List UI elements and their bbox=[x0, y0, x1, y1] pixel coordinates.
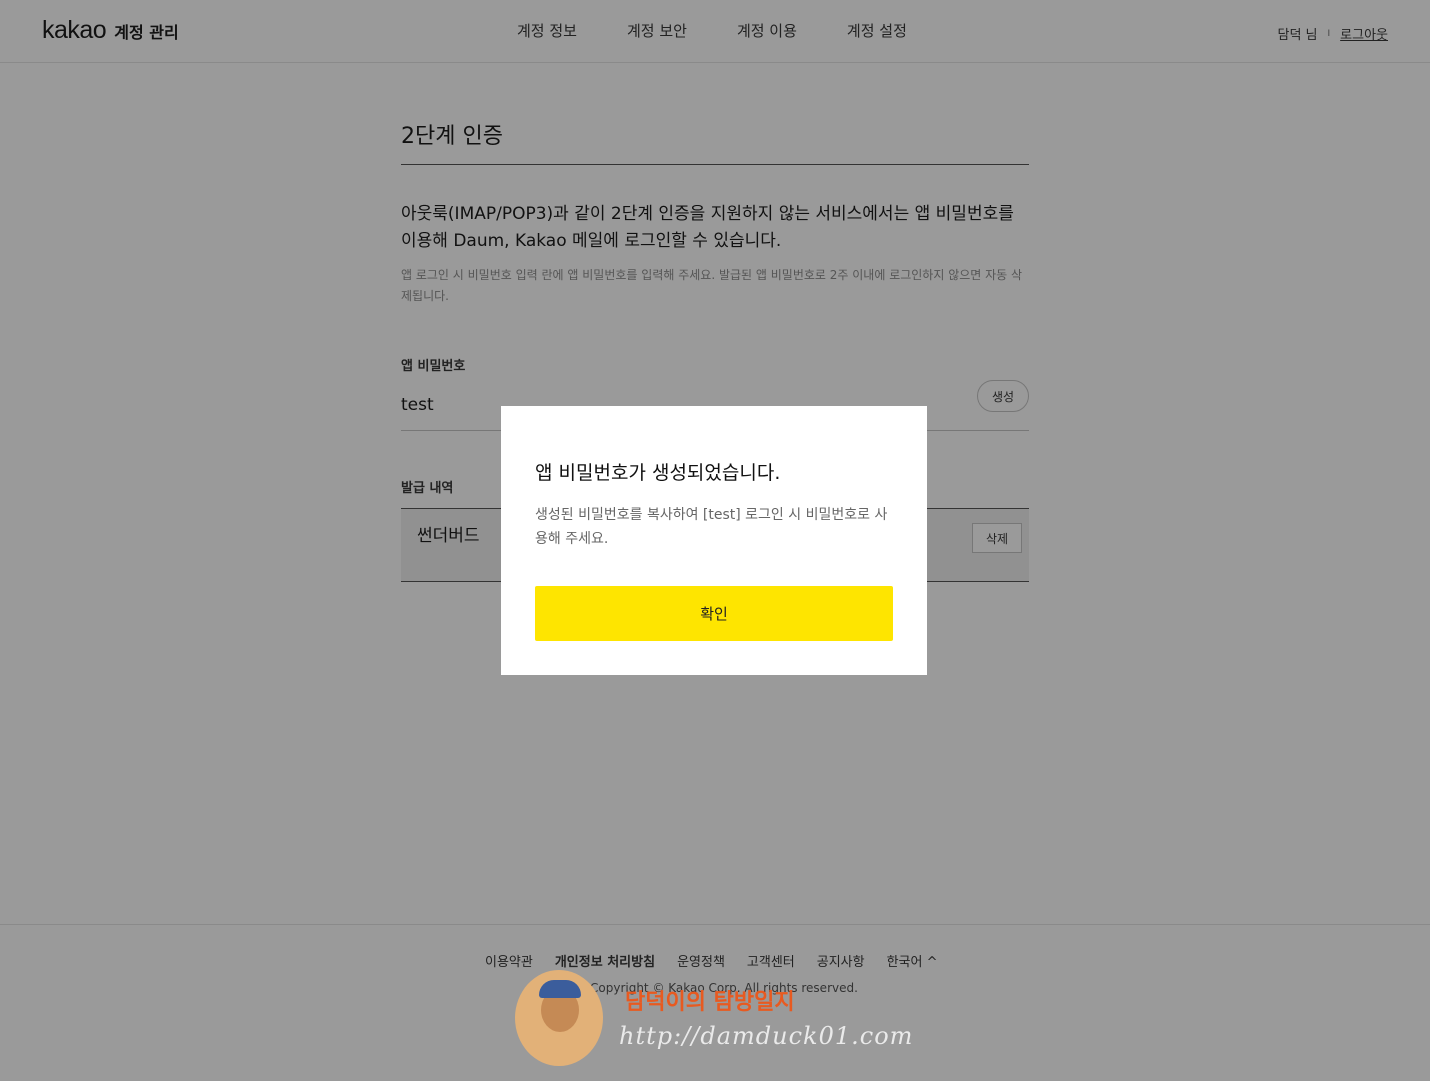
history-item-name: 썬더버드 bbox=[417, 526, 480, 546]
nav-account-settings[interactable]: 계정 설정 bbox=[847, 20, 907, 41]
main-nav: 계정 정보 계정 보안 계정 이용 계정 설정 bbox=[517, 20, 907, 41]
footer-link-terms[interactable]: 이용약관 bbox=[485, 951, 533, 970]
nav-account-security[interactable]: 계정 보안 bbox=[627, 20, 687, 41]
description: 아웃룩(IMAP/POP3)과 같이 2단계 인증을 지원하지 않는 서비스에서… bbox=[401, 204, 1014, 251]
footer-link-notice[interactable]: 공지사항 bbox=[817, 951, 865, 970]
watermark-title: 담덕이의 탐방일지 bbox=[625, 989, 795, 1015]
user-menu: 담덕 님 I 로그아웃 bbox=[1277, 24, 1388, 43]
language-select[interactable]: 한국어 ^ bbox=[887, 951, 938, 970]
watermark-url: http://damduck01.com bbox=[619, 1022, 914, 1050]
confirm-button[interactable]: 확인 bbox=[535, 586, 893, 641]
kakao-logo[interactable]: kakao bbox=[42, 16, 107, 45]
user-name: 담덕 님 bbox=[1277, 28, 1318, 43]
app-password-input[interactable]: test bbox=[401, 395, 434, 415]
alert-dialog: 앱 비밀번호가 생성되었습니다. 생성된 비밀번호를 복사하여 [test] 로… bbox=[501, 406, 927, 675]
delete-button[interactable]: 삭제 bbox=[972, 523, 1022, 553]
brand-subtitle: 계정 관리 bbox=[114, 23, 179, 42]
footer-link-privacy[interactable]: 개인정보 처리방침 bbox=[555, 951, 655, 970]
nav-account-info[interactable]: 계정 정보 bbox=[517, 20, 577, 41]
watermark-avatar bbox=[515, 970, 603, 1066]
description-note: 앱 로그인 시 비밀번호 입력 란에 앱 비밀번호를 입력해 주세요. 발급된 … bbox=[401, 268, 1023, 303]
blog-watermark: 담덕이의 탐방일지 http://damduck01.com bbox=[515, 970, 912, 1070]
divider: I bbox=[1327, 28, 1331, 39]
page-title: 2단계 인증 bbox=[401, 118, 1029, 165]
dialog-title: 앱 비밀번호가 생성되었습니다. bbox=[535, 462, 781, 484]
nav-account-usage[interactable]: 계정 이용 bbox=[737, 20, 797, 41]
avatar-hat bbox=[539, 980, 581, 998]
logout-link[interactable]: 로그아웃 bbox=[1340, 24, 1388, 43]
footer-link-policy[interactable]: 운영정책 bbox=[677, 951, 725, 970]
dialog-message: 생성된 비밀번호를 복사하여 [test] 로그인 시 비밀번호로 사용해 주세… bbox=[535, 507, 888, 547]
app-password-label: 앱 비밀번호 bbox=[401, 359, 466, 374]
brand[interactable]: kakao 계정 관리 bbox=[42, 16, 179, 45]
generate-button[interactable]: 생성 bbox=[977, 380, 1029, 412]
footer-links: 이용약관 개인정보 처리방침 운영정책 고객센터 공지사항 한국어 ^ bbox=[485, 951, 938, 970]
header: kakao 계정 관리 계정 정보 계정 보안 계정 이용 계정 설정 담덕 님… bbox=[0, 0, 1430, 63]
footer-link-support[interactable]: 고객센터 bbox=[747, 951, 795, 970]
